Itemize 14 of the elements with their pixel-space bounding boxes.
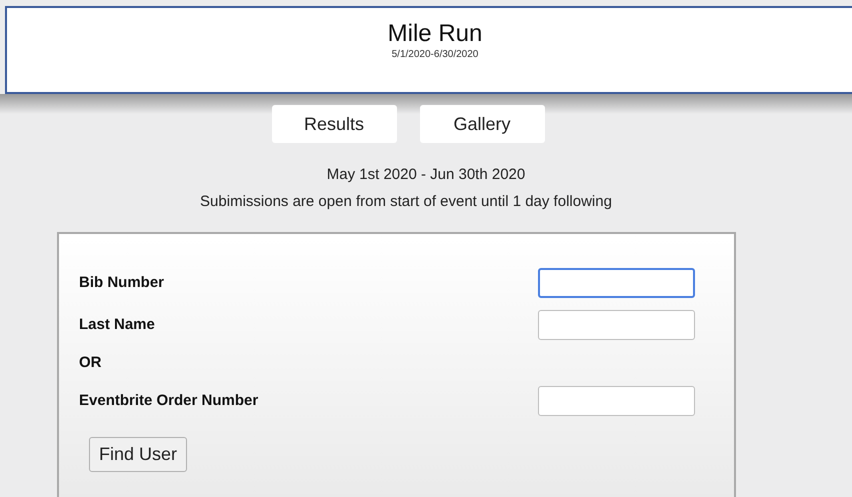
field-label: Bib Number (79, 272, 164, 293)
input-field[interactable] (538, 268, 695, 298)
field-label: Last Name (79, 314, 155, 335)
field-label: Eventbrite Order Number (79, 390, 258, 411)
separator-label: OR (79, 352, 102, 373)
find-user-button[interactable]: Find User (89, 437, 188, 472)
input-field[interactable] (538, 386, 695, 416)
event-dates: 5/1/2020-6/30/2020 (392, 48, 478, 62)
event-title: Mile Run (388, 20, 482, 48)
tab[interactable]: Results (272, 105, 396, 143)
date-range: May 1st 2020 - Jun 30th 2020 (326, 165, 526, 185)
input-field[interactable] (538, 310, 695, 340)
tab[interactable]: Gallery (420, 105, 544, 143)
notice-text: Subimissions are open from start of event until 1 day following (200, 192, 612, 212)
